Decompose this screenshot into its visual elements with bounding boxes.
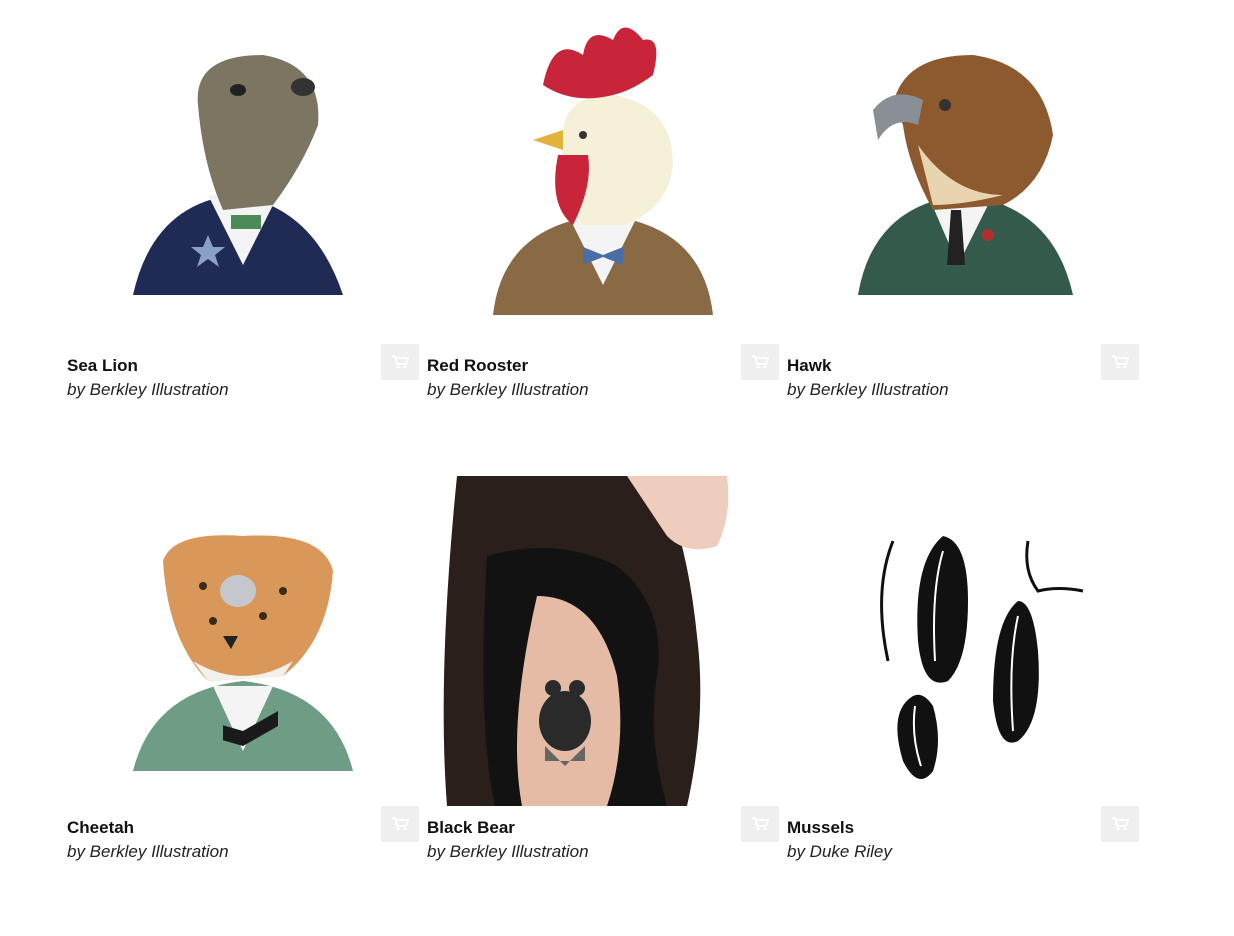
- cart-icon: [1112, 817, 1129, 831]
- product-artist[interactable]: by Duke Riley: [787, 842, 892, 862]
- cheetah-illustration-icon: [133, 535, 353, 771]
- product-artist[interactable]: by Berkley Illustration: [427, 380, 589, 400]
- product-title[interactable]: Red Rooster: [427, 356, 528, 376]
- product-image[interactable]: [787, 476, 1139, 806]
- cart-icon: [1112, 355, 1129, 369]
- product-title[interactable]: Mussels: [787, 818, 854, 838]
- product-image[interactable]: [67, 0, 419, 330]
- cart-icon: [752, 355, 769, 369]
- product-image[interactable]: [427, 0, 779, 330]
- hawk-illustration-icon: [858, 55, 1073, 295]
- mussels-illustration-icon: [880, 536, 1084, 779]
- add-to-cart-button[interactable]: [381, 806, 419, 842]
- cart-icon: [752, 817, 769, 831]
- product-title[interactable]: Sea Lion: [67, 356, 138, 376]
- add-to-cart-button[interactable]: [741, 806, 779, 842]
- cart-icon: [392, 817, 409, 831]
- product-image[interactable]: [427, 476, 779, 806]
- product-artist[interactable]: by Berkley Illustration: [427, 842, 589, 862]
- product-grid: Sea Lion by Berkley Illustration Red Roo…: [0, 0, 1234, 936]
- add-to-cart-button[interactable]: [381, 344, 419, 380]
- bear-tattoo-photo-icon: [427, 476, 779, 806]
- add-to-cart-button[interactable]: [1101, 344, 1139, 380]
- product-artist[interactable]: by Berkley Illustration: [67, 842, 229, 862]
- product-image[interactable]: [67, 476, 419, 806]
- rooster-illustration-icon: [493, 27, 713, 315]
- product-title[interactable]: Hawk: [787, 356, 831, 376]
- product-artist[interactable]: by Berkley Illustration: [787, 380, 949, 400]
- cart-icon: [392, 355, 409, 369]
- product-image[interactable]: [787, 0, 1139, 330]
- product-title[interactable]: Cheetah: [67, 818, 134, 838]
- add-to-cart-button[interactable]: [1101, 806, 1139, 842]
- add-to-cart-button[interactable]: [741, 344, 779, 380]
- product-artist[interactable]: by Berkley Illustration: [67, 380, 229, 400]
- product-title[interactable]: Black Bear: [427, 818, 515, 838]
- sea-lion-illustration-icon: [133, 55, 343, 295]
